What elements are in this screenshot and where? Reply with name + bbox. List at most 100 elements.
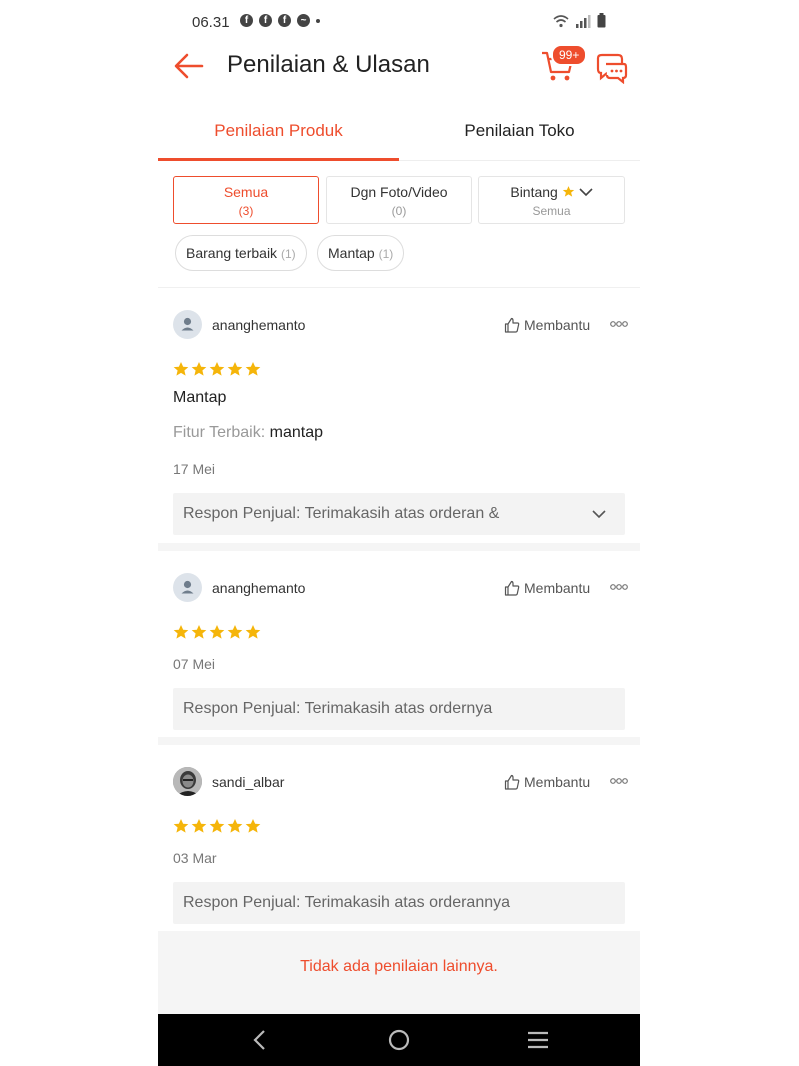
filter-stars[interactable]: Bintang Semua: [478, 176, 625, 224]
filter-label: Bintang: [510, 184, 558, 200]
seller-response[interactable]: Respon Penjual: Terimakasih atas orderan…: [173, 493, 625, 535]
filter-section: Semua (3) Dgn Foto/Video (0) Bintang Sem…: [158, 160, 640, 288]
star-icon: [562, 186, 574, 197]
star-icon: [227, 819, 243, 833]
default-avatar-icon: [181, 317, 194, 331]
phone-screen: 06.31 f f f ~ Penilaian & Ulasan 99+ Pen…: [158, 0, 640, 1066]
filter-stars-label-row: Bintang: [479, 184, 624, 200]
filter-count: Semua: [532, 204, 571, 218]
rating-stars: [173, 624, 261, 640]
review-date: 03 Mar: [173, 850, 217, 866]
nav-recents-icon[interactable]: [525, 1028, 551, 1052]
chat-icon[interactable]: [594, 52, 628, 84]
star-icon: [191, 819, 207, 833]
nav-home-icon[interactable]: [386, 1028, 412, 1052]
star-icon: [245, 819, 261, 833]
star-icon: [245, 362, 261, 376]
system-nav-bar: [158, 1014, 640, 1066]
chip-label: Mantap: [328, 245, 375, 261]
seller-response-text: Respon Penjual: Terimakasih atas orderan…: [183, 894, 511, 911]
review-username: sandi_albar: [212, 774, 285, 790]
chip-count: (1): [378, 247, 394, 261]
star-icon: [173, 362, 189, 376]
review-item: ananghemanto Membantu 07 Mei Respon Penj…: [158, 551, 640, 745]
no-more-reviews: Tidak ada penilaian lainnya.: [158, 938, 640, 1014]
nav-back-icon[interactable]: [247, 1028, 273, 1052]
seller-response[interactable]: Respon Penjual: Terimakasih atas orderan…: [173, 882, 625, 924]
wifi-icon: [553, 15, 569, 28]
facebook-icon: f: [278, 14, 291, 27]
helpful-label: Membantu: [524, 580, 591, 596]
chevron-down-icon: [579, 188, 593, 197]
chip-count: (1): [280, 247, 296, 261]
default-avatar-icon: [181, 580, 194, 594]
avatar: [173, 310, 202, 339]
notification-icons: f f f ~: [240, 14, 320, 27]
feature-value: mantap: [269, 424, 324, 441]
rating-stars: [173, 818, 261, 834]
star-icon: [173, 819, 189, 833]
battery-icon: [597, 13, 606, 28]
rating-stars: [173, 361, 261, 377]
messenger-icon: ~: [297, 14, 310, 27]
seller-response-text: Respon Penjual: Terimakasih atas orderny…: [183, 700, 493, 717]
review-feature: Fitur Terbaik: mantap: [173, 424, 323, 442]
review-username: ananghemanto: [212, 580, 306, 596]
star-icon: [245, 625, 261, 639]
filter-label: Dgn Foto/Video: [350, 184, 448, 200]
thumbs-up-icon: [504, 317, 520, 333]
review-comment: Mantap: [173, 389, 227, 406]
review-username: ananghemanto: [212, 317, 306, 333]
helpful-button[interactable]: Membantu: [504, 317, 590, 333]
chip-mantap[interactable]: Mantap (1): [317, 235, 405, 271]
user-photo-avatar: [173, 767, 202, 796]
star-icon: [209, 625, 225, 639]
helpful-label: Membantu: [524, 317, 591, 333]
star-icon: [191, 625, 207, 639]
star-icon: [173, 625, 189, 639]
status-bar: 06.31 f f f ~: [158, 0, 640, 44]
helpful-button[interactable]: Membantu: [504, 580, 590, 596]
chevron-down-icon: [592, 510, 606, 519]
review-tabs: Penilaian Produk Penilaian Toko: [158, 104, 640, 161]
review-item: sandi_albar Membantu 03 Mar Respon Penju…: [158, 745, 640, 939]
tab-product-reviews[interactable]: Penilaian Produk: [158, 104, 399, 161]
more-options-icon[interactable]: [610, 773, 628, 789]
filter-label: Semua: [223, 184, 269, 200]
review-date: 17 Mei: [173, 461, 216, 477]
more-notifications-icon: [316, 18, 320, 23]
helpful-button[interactable]: Membantu: [504, 774, 590, 790]
facebook-icon: f: [240, 14, 253, 27]
status-time: 06.31: [192, 14, 230, 31]
review-date: 07 Mei: [173, 656, 216, 672]
chip-best-item[interactable]: Barang terbaik (1): [175, 235, 307, 271]
facebook-icon: f: [259, 14, 272, 27]
seller-response[interactable]: Respon Penjual: Terimakasih atas orderny…: [173, 688, 625, 730]
avatar: [173, 767, 202, 796]
tab-shop-reviews[interactable]: Penilaian Toko: [399, 104, 640, 160]
signal-icon: [576, 15, 591, 28]
back-arrow-icon[interactable]: [172, 50, 206, 82]
thumbs-up-icon: [504, 774, 520, 790]
app-header: Penilaian & Ulasan 99+: [158, 44, 640, 88]
filter-count: (0): [391, 204, 407, 218]
cart-badge: 99+: [551, 44, 588, 66]
filter-photo-video[interactable]: Dgn Foto/Video (0): [326, 176, 472, 224]
thumbs-up-icon: [504, 580, 520, 596]
feature-label: Fitur Terbaik:: [173, 424, 266, 441]
more-options-icon[interactable]: [610, 579, 628, 595]
filter-count: (3): [238, 204, 254, 218]
more-options-icon[interactable]: [610, 316, 628, 332]
system-icons: [553, 13, 606, 28]
filter-all[interactable]: Semua (3): [173, 176, 319, 224]
seller-response-text: Respon Penjual: Terimakasih atas orderan…: [183, 505, 500, 522]
star-icon: [227, 625, 243, 639]
chip-label: Barang terbaik: [186, 245, 278, 261]
review-item: ananghemanto Membantu Mantap Fitur Terba…: [158, 288, 640, 551]
helpful-label: Membantu: [524, 774, 591, 790]
star-icon: [227, 362, 243, 376]
star-icon: [209, 819, 225, 833]
avatar: [173, 573, 202, 602]
star-icon: [191, 362, 207, 376]
page-title: Penilaian & Ulasan: [227, 51, 430, 78]
